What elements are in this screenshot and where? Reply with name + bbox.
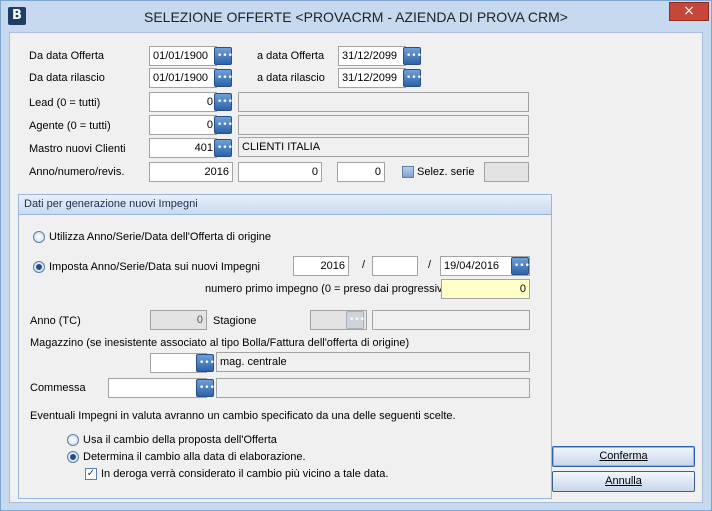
calendar-dots-button[interactable]: ••• bbox=[403, 47, 422, 65]
stagione-label: Stagione bbox=[213, 315, 257, 327]
revisione-field[interactable]: 0 bbox=[337, 162, 385, 182]
deroga-checkbox-label: In deroga verrà considerato il cambio pi… bbox=[101, 468, 389, 480]
dots-icon: ••• bbox=[199, 358, 215, 368]
selez-serie-field bbox=[484, 162, 529, 182]
radio-cambio-data-label: Determina il cambio alla data di elabora… bbox=[83, 451, 306, 463]
dots-icon: ••• bbox=[514, 261, 530, 271]
window-title: SELEZIONE OFFERTE <PROVACRM - AZIENDA DI… bbox=[144, 9, 568, 25]
numero-primo-label: numero primo impegno (0 = preso dai prog… bbox=[205, 283, 449, 295]
a-data-rilascio-label: a data rilascio bbox=[257, 72, 325, 84]
groupbox-header: Dati per generazione nuovi Impegni bbox=[19, 195, 551, 215]
groupbox-title: Dati per generazione nuovi Impegni bbox=[24, 198, 198, 210]
anno-tc-label: Anno (TC) bbox=[30, 315, 81, 327]
radio-cambio-proposta[interactable] bbox=[67, 434, 79, 446]
da-data-rilascio-label: Da data rilascio bbox=[29, 72, 105, 84]
numero-primo-field[interactable]: 0 bbox=[441, 279, 530, 299]
calendar-dots-button[interactable]: ••• bbox=[214, 69, 233, 87]
slash-separator: / bbox=[428, 259, 432, 271]
dots-icon: ••• bbox=[217, 143, 233, 153]
mastro-lookup-button[interactable]: ••• bbox=[214, 139, 233, 157]
selez-serie-checkbox[interactable] bbox=[402, 166, 414, 178]
lead-field[interactable]: 0 bbox=[149, 92, 217, 112]
a-data-rilascio-field[interactable]: 31/12/2099 bbox=[338, 68, 406, 88]
calendar-dots-button[interactable]: ••• bbox=[214, 47, 233, 65]
dots-icon: ••• bbox=[217, 120, 233, 130]
radio-imposta-label: Imposta Anno/Serie/Data sui nuovi Impegn… bbox=[49, 261, 260, 273]
stagione-description bbox=[372, 310, 530, 330]
commessa-label: Commessa bbox=[30, 382, 86, 394]
dots-icon: ••• bbox=[406, 73, 422, 83]
imposta-anno-field[interactable]: 2016 bbox=[293, 256, 349, 276]
calendar-dots-button[interactable]: ••• bbox=[403, 69, 422, 87]
radio-utilizza-label: Utilizza Anno/Serie/Data dell'Offerta di… bbox=[49, 231, 272, 243]
mastro-label: Mastro nuovi Clienti bbox=[29, 143, 126, 155]
lead-label: Lead (0 = tutti) bbox=[29, 97, 101, 109]
close-button[interactable]: × bbox=[669, 2, 709, 21]
magazzino-lookup-button[interactable]: ••• bbox=[196, 354, 215, 372]
magazzino-description: mag. centrale bbox=[216, 352, 530, 372]
dots-icon: ••• bbox=[217, 51, 233, 61]
agente-label: Agente (0 = tutti) bbox=[29, 120, 111, 132]
impegni-groupbox: Dati per generazione nuovi Impegni Utili… bbox=[18, 194, 552, 499]
slash-separator: / bbox=[362, 259, 366, 271]
agente-lookup-button[interactable]: ••• bbox=[214, 116, 233, 134]
anno-field[interactable]: 2016 bbox=[149, 162, 233, 182]
numero-field[interactable]: 0 bbox=[238, 162, 322, 182]
commessa-lookup-button[interactable]: ••• bbox=[196, 379, 215, 397]
a-data-offerta-field[interactable]: 31/12/2099 bbox=[338, 46, 406, 66]
dots-icon: ••• bbox=[349, 315, 365, 325]
mastro-description: CLIENTI ITALIA bbox=[238, 137, 529, 157]
title-bar[interactable]: B SELEZIONE OFFERTE <PROVACRM - AZIENDA … bbox=[1, 1, 711, 31]
conferma-button[interactable]: Conferma bbox=[552, 446, 695, 467]
deroga-checkbox[interactable]: ✓ bbox=[85, 468, 97, 480]
agente-description bbox=[238, 115, 529, 135]
dots-icon: ••• bbox=[406, 51, 422, 61]
selez-serie-label: Selez. serie bbox=[417, 166, 475, 178]
stagione-lookup-button: ••• bbox=[346, 311, 365, 329]
dots-icon: ••• bbox=[199, 383, 215, 393]
radio-cambio-proposta-label: Usa il cambio della proposta dell'Offert… bbox=[83, 434, 277, 446]
commessa-field[interactable]: 0 bbox=[108, 378, 207, 398]
da-data-offerta-field[interactable]: 01/01/1900 bbox=[149, 46, 217, 66]
radio-imposta[interactable] bbox=[33, 261, 45, 273]
magazzino-label: Magazzino (se inesistente associato al t… bbox=[30, 337, 410, 349]
a-data-offerta-label: a data Offerta bbox=[257, 50, 325, 62]
agente-field[interactable]: 0 bbox=[149, 115, 217, 135]
calendar-dots-button[interactable]: ••• bbox=[511, 257, 530, 275]
da-data-offerta-label: Da data Offerta bbox=[29, 50, 105, 62]
dots-icon: ••• bbox=[217, 73, 233, 83]
dialog-window: B SELEZIONE OFFERTE <PROVACRM - AZIENDA … bbox=[0, 0, 712, 511]
commessa-description bbox=[216, 378, 530, 398]
imposta-serie-field[interactable] bbox=[372, 256, 418, 276]
radio-cambio-data[interactable] bbox=[67, 451, 79, 463]
valuta-note: Eventuali Impegni in valuta avranno un c… bbox=[30, 410, 456, 422]
anno-numero-label: Anno/numero/revis. bbox=[29, 166, 125, 178]
dots-icon: ••• bbox=[217, 97, 233, 107]
dialog-body: Da data Offerta 01/01/1900 ••• a data Of… bbox=[9, 32, 703, 503]
lead-lookup-button[interactable]: ••• bbox=[214, 93, 233, 111]
radio-utilizza[interactable] bbox=[33, 231, 45, 243]
da-data-rilascio-field[interactable]: 01/01/1900 bbox=[149, 68, 217, 88]
lead-description bbox=[238, 92, 529, 112]
mastro-field[interactable]: 401 bbox=[149, 138, 217, 158]
annulla-button[interactable]: Annulla bbox=[552, 471, 695, 492]
anno-tc-field: 0 bbox=[150, 310, 207, 330]
